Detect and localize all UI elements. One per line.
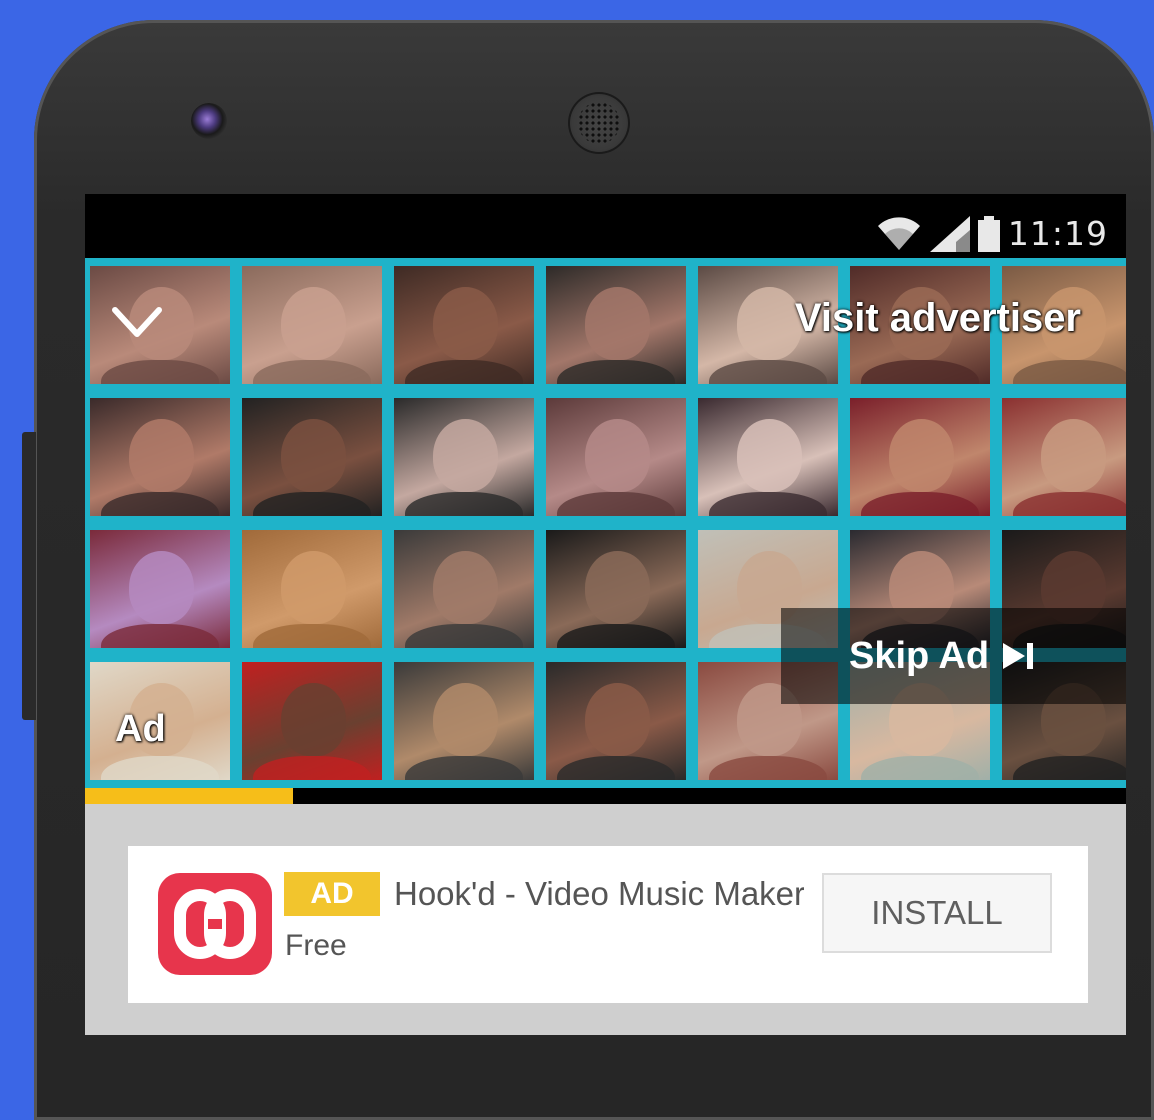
- video-thumbnail: [90, 398, 230, 516]
- thumbnail-body: [557, 360, 675, 384]
- video-thumbnail: [394, 530, 534, 648]
- video-thumbnail: [394, 266, 534, 384]
- video-thumbnail: [546, 398, 686, 516]
- thumbnail-body: [253, 756, 371, 780]
- status-time: 11:19: [1007, 214, 1108, 253]
- video-thumbnail: [394, 398, 534, 516]
- thumbnail-body: [101, 624, 219, 648]
- thumbnail-body: [101, 360, 219, 384]
- thumbnail-body: [405, 624, 523, 648]
- video-thumbnail: [698, 398, 838, 516]
- video-thumbnail: [242, 398, 382, 516]
- video-thumbnail: [90, 530, 230, 648]
- chevron-down-icon[interactable]: [111, 302, 163, 342]
- thumbnail-body: [709, 756, 827, 780]
- thumbnail-body: [405, 360, 523, 384]
- thumbnail-face: [585, 683, 650, 757]
- thumbnail-body: [861, 756, 979, 780]
- video-thumbnail: [394, 662, 534, 780]
- thumbnail-body: [861, 492, 979, 516]
- thumbnail-body: [253, 360, 371, 384]
- thumbnail-body: [557, 756, 675, 780]
- thumbnail-body: [557, 492, 675, 516]
- thumbnail-face: [737, 419, 802, 493]
- status-bar: 11:19: [85, 194, 1126, 258]
- earpiece-speaker: [568, 92, 630, 154]
- video-thumbnail: [850, 398, 990, 516]
- app-price: Free: [285, 929, 347, 962]
- video-thumbnail: [242, 266, 382, 384]
- thumbnail-body: [1013, 756, 1126, 780]
- app-install-card[interactable]: AD Hook'd - Video Music Maker Free INSTA…: [128, 846, 1088, 1003]
- thumbnail-face: [585, 551, 650, 625]
- thumbnail-face: [281, 287, 346, 361]
- phone-screen: 11:19 Visit advertiser Skip Ad Ad AD Hoo…: [85, 194, 1126, 1035]
- video-thumbnail: [242, 530, 382, 648]
- thumbnail-body: [101, 756, 219, 780]
- thumbnail-face: [585, 287, 650, 361]
- thumbnail-body: [709, 492, 827, 516]
- thumbnail-face: [585, 419, 650, 493]
- wifi-icon: [877, 217, 920, 250]
- thumbnail-body: [405, 756, 523, 780]
- thumbnail-body: [557, 624, 675, 648]
- video-thumbnail: [546, 266, 686, 384]
- volume-button[interactable]: [22, 432, 36, 720]
- thumbnail-body: [405, 492, 523, 516]
- thumbnail-face: [281, 683, 346, 757]
- skip-next-icon: [1003, 643, 1034, 669]
- thumbnail-body: [709, 360, 827, 384]
- front-camera: [191, 103, 227, 139]
- thumbnail-face: [433, 419, 498, 493]
- thumbnail-body: [101, 492, 219, 516]
- ad-indicator: Ad: [115, 708, 166, 750]
- skip-ad-label: Skip Ad: [849, 634, 990, 677]
- thumbnail-body: [1013, 492, 1126, 516]
- video-ad-player[interactable]: Visit advertiser Skip Ad Ad: [85, 258, 1126, 788]
- app-name[interactable]: Hook'd - Video Music Maker: [394, 872, 804, 916]
- video-thumbnail: [242, 662, 382, 780]
- signal-icon: [929, 216, 970, 252]
- ad-badge: AD: [284, 872, 380, 916]
- visit-advertiser-link[interactable]: Visit advertiser: [795, 296, 1081, 341]
- thumbnail-face: [433, 287, 498, 361]
- thumbnail-face: [1041, 419, 1106, 493]
- thumbnail-face: [737, 287, 802, 361]
- thumbnail-face: [129, 551, 194, 625]
- app-icon[interactable]: [158, 873, 272, 975]
- skip-ad-button[interactable]: Skip Ad: [781, 608, 1126, 704]
- video-thumbnail: [1002, 398, 1126, 516]
- thumbnail-face: [433, 683, 498, 757]
- thumbnail-face: [889, 419, 954, 493]
- battery-icon: [977, 216, 1000, 252]
- install-button[interactable]: INSTALL: [822, 873, 1052, 953]
- thumbnail-body: [253, 492, 371, 516]
- thumbnail-body: [861, 360, 979, 384]
- ad-progress-fill: [85, 788, 294, 804]
- video-thumbnail: [546, 530, 686, 648]
- chain-link-icon: [174, 889, 256, 959]
- thumbnail-face: [281, 551, 346, 625]
- video-thumbnail: [546, 662, 686, 780]
- ad-progress-bar: [85, 788, 1126, 804]
- thumbnail-face: [281, 419, 346, 493]
- thumbnail-face: [433, 551, 498, 625]
- thumbnail-body: [1013, 360, 1126, 384]
- thumbnail-face: [129, 419, 194, 493]
- thumbnail-body: [253, 624, 371, 648]
